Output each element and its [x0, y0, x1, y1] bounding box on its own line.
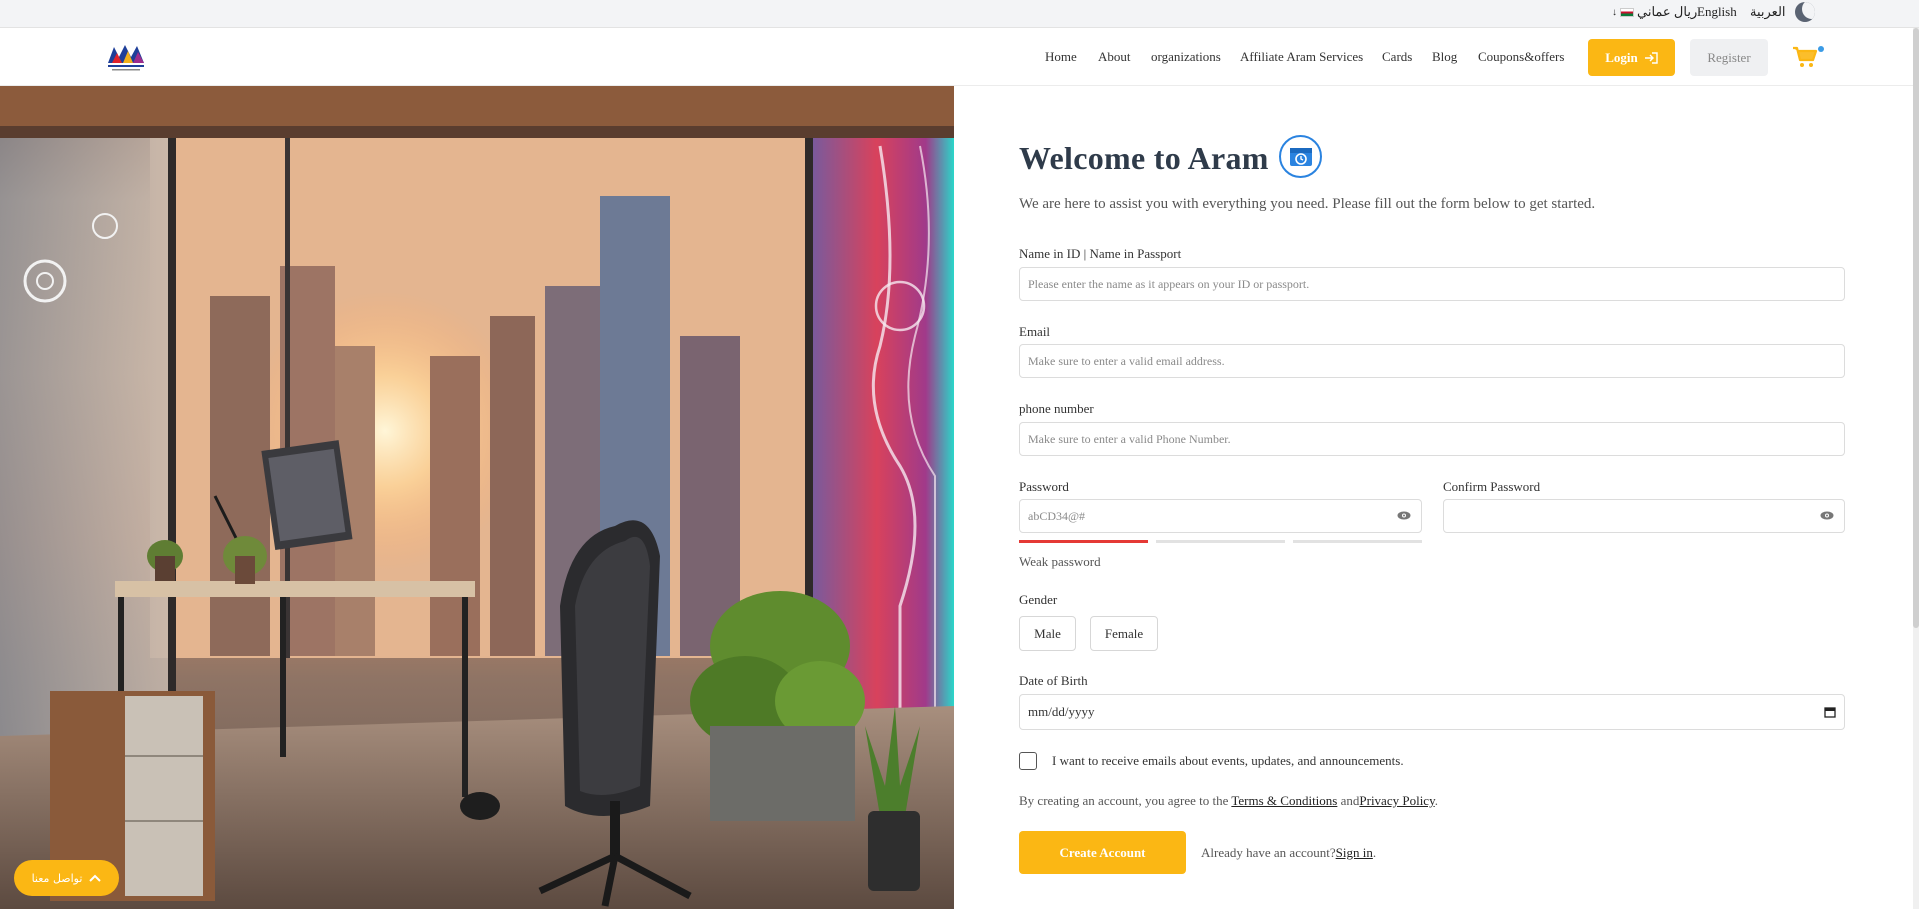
terms-and: and — [1337, 793, 1360, 808]
already-label: Already have an account? — [1201, 845, 1336, 860]
nav-blog[interactable]: Blog — [1432, 49, 1457, 65]
terms-prefix: By creating an account, you agree to the — [1019, 793, 1232, 808]
password-strength-bar-1 — [1019, 540, 1148, 543]
phone-label: phone number — [1019, 401, 1094, 416]
login-button[interactable]: Login — [1588, 39, 1675, 76]
currency-label: ريال عماني — [1637, 4, 1698, 19]
email-label: Email — [1019, 324, 1051, 339]
dob-input[interactable]: mm/dd/yyyy — [1019, 694, 1845, 730]
eye-icon[interactable] — [1820, 511, 1834, 520]
eye-icon[interactable] — [1397, 511, 1411, 520]
top-utility-bar: ↓ ريال عماني English العربية — [0, 0, 1919, 28]
password-strength-bar-2 — [1156, 540, 1285, 543]
cart-badge — [1818, 46, 1824, 52]
language-english[interactable]: English — [1697, 4, 1737, 20]
cart-icon[interactable] — [1792, 45, 1818, 69]
nav-cards[interactable]: Cards — [1382, 49, 1412, 65]
nav-affiliate-services[interactable]: Affiliate Aram Services — [1240, 49, 1363, 65]
name-label: Name in ID | Name in Passport — [1019, 246, 1182, 261]
terms-link[interactable]: Terms & Conditions — [1231, 793, 1337, 808]
gender-label: Gender — [1019, 592, 1058, 607]
currency-selector[interactable]: ↓ ريال عماني — [1612, 4, 1697, 20]
dob-placeholder: mm/dd/yyyy — [1028, 704, 1095, 719]
main-header: Home About organizations Affiliate Aram … — [0, 28, 1919, 86]
form-subtitle: We are here to assist you with everythin… — [1019, 196, 1596, 212]
arrow-down-icon: ↓ — [1612, 6, 1617, 18]
contact-label: تواصل معنا — [31, 871, 83, 885]
password-strength-bar-3 — [1293, 540, 1422, 543]
already-account-text: Already have an account?Sign in. — [1201, 845, 1376, 861]
dob-label: Date of Birth — [1019, 673, 1088, 688]
chevron-up-icon — [89, 874, 102, 882]
emails-checkbox[interactable] — [1019, 752, 1037, 770]
gender-female-button[interactable]: Female — [1090, 616, 1158, 651]
email-input[interactable] — [1019, 344, 1845, 378]
nav-organizations[interactable]: organizations — [1151, 49, 1221, 65]
language-arabic[interactable]: العربية — [1750, 4, 1786, 20]
phone-input[interactable] — [1019, 422, 1845, 456]
password-label: Password — [1019, 479, 1069, 494]
nav-coupons-offers[interactable]: Coupons&offers — [1478, 49, 1564, 65]
oman-flag-icon — [1620, 7, 1634, 17]
register-button[interactable]: Register — [1690, 39, 1768, 76]
camera-icon — [1279, 135, 1322, 178]
gender-male-button[interactable]: Male — [1019, 616, 1076, 651]
page-scrollbar-thumb[interactable] — [1913, 28, 1919, 628]
sign-in-link[interactable]: Sign in — [1336, 845, 1373, 860]
sign-in-suffix: . — [1372, 845, 1377, 860]
name-input[interactable] — [1019, 267, 1845, 301]
confirm-password-label: Confirm Password — [1443, 479, 1541, 494]
hero-office-image — [0, 86, 954, 909]
privacy-link[interactable]: Privacy Policy — [1359, 793, 1434, 808]
moon-icon[interactable] — [1795, 2, 1815, 22]
confirm-password-input[interactable] — [1443, 499, 1845, 533]
nav-home[interactable]: Home — [1045, 49, 1077, 65]
emails-checkbox-label: I want to receive emails about events, u… — [1052, 753, 1404, 768]
create-account-button[interactable]: Create Account — [1019, 831, 1186, 874]
login-arrow-icon — [1644, 51, 1658, 64]
terms-text: By creating an account, you agree to the… — [1019, 793, 1438, 809]
password-input[interactable] — [1019, 499, 1422, 533]
calendar-icon[interactable] — [1824, 706, 1836, 718]
aram-logo[interactable] — [106, 41, 149, 73]
nav-about[interactable]: About — [1098, 49, 1131, 65]
password-strength-text: Weak password — [1019, 554, 1101, 569]
page-title: Welcome to Aram — [1019, 140, 1269, 176]
login-label: Login — [1605, 49, 1638, 65]
terms-suffix: . — [1434, 793, 1438, 808]
contact-us-button[interactable]: تواصل معنا — [14, 860, 119, 896]
